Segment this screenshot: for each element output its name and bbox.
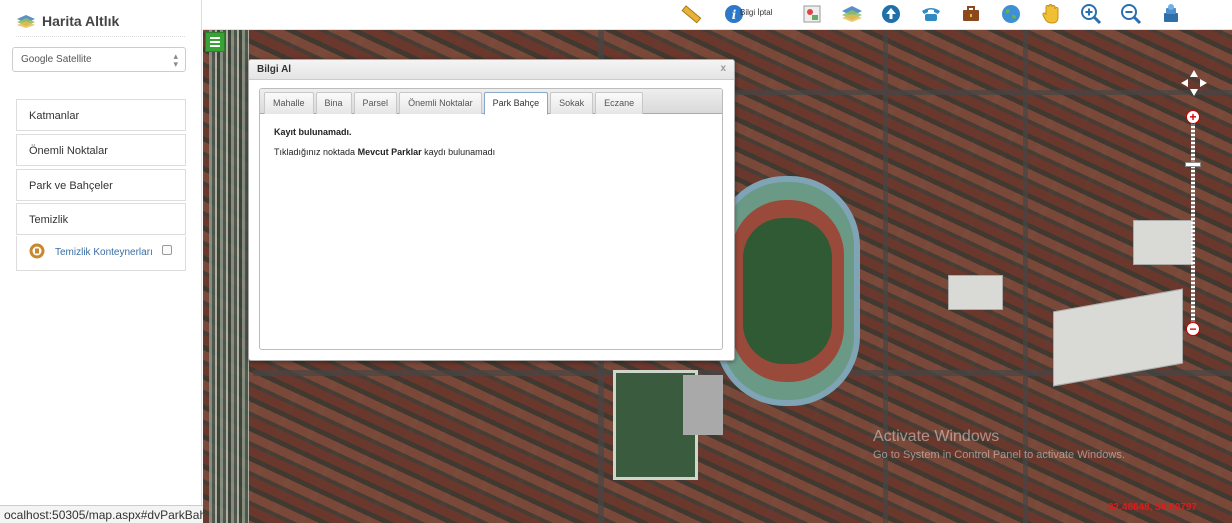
menu-item-label: Park ve Bahçeler xyxy=(29,180,113,192)
zoom-in-icon[interactable] xyxy=(1079,2,1103,26)
dialog-header[interactable]: Bilgi Al x xyxy=(249,60,734,80)
bilgi-iptal-label[interactable]: Bilgi İptal xyxy=(740,8,772,17)
map-building xyxy=(683,375,723,435)
railway-tracks xyxy=(209,30,249,523)
brand: Harita Altlık xyxy=(16,6,119,36)
map-building xyxy=(948,275,1003,310)
stack-icon[interactable] xyxy=(1159,2,1183,26)
tab-onemli-noktalar[interactable]: Önemli Noktalar xyxy=(399,92,482,114)
result-title: Kayıt bulunamadı. xyxy=(274,127,352,137)
menu-item-label: Katmanlar xyxy=(29,110,80,122)
menu-item-label: Önemli Noktalar xyxy=(29,145,108,157)
activation-watermark-subtitle: Go to System in Control Panel to activat… xyxy=(873,449,1125,461)
coordinate-readout: 32.48648, 39.80797 xyxy=(1108,502,1197,513)
pan-hand-icon[interactable] xyxy=(1039,2,1063,26)
zoom-out-icon[interactable] xyxy=(1119,2,1143,26)
map-pin-icon xyxy=(29,243,45,259)
menu-item-onemli-noktalar[interactable]: Önemli Noktalar xyxy=(16,134,186,166)
zoom-slider-minus-icon[interactable]: − xyxy=(1186,322,1200,336)
result-message: Tıkladığınız noktada Mevcut Parklar kayd… xyxy=(274,147,495,157)
map-building xyxy=(1133,220,1193,265)
layer-label[interactable]: Temizlik Konteynerları xyxy=(55,247,153,258)
activation-watermark-title: Activate Windows xyxy=(873,428,1000,445)
dialog-title: Bilgi Al xyxy=(257,64,292,75)
tab-bar: Mahalle Bina Parsel Önemli Noktalar Park… xyxy=(260,89,722,115)
basemap-select-value: Google Satellite xyxy=(21,54,92,65)
tab-sokak[interactable]: Sokak xyxy=(550,92,594,114)
toolbar: i Bilgi İptal xyxy=(203,0,1232,30)
svg-text:i: i xyxy=(732,8,737,22)
direction-icon[interactable] xyxy=(879,2,903,26)
divider xyxy=(16,36,185,37)
select-arrows-icon: ▴ ▾ xyxy=(173,51,178,69)
zoom-slider-handle[interactable] xyxy=(1185,162,1201,167)
phone-icon[interactable] xyxy=(919,2,943,26)
map-menu-button[interactable] xyxy=(205,32,225,52)
tab-bina[interactable]: Bina xyxy=(315,92,352,114)
close-icon[interactable]: x xyxy=(720,63,726,74)
sidebar: Harita Altlık Google Satellite ▴ ▾ Katman… xyxy=(0,0,202,523)
globe-icon[interactable] xyxy=(999,2,1023,26)
layers-icon[interactable] xyxy=(840,2,864,26)
menu-item-label: Temizlik xyxy=(29,214,69,226)
stadium xyxy=(715,176,860,406)
dialog-body: Mahalle Bina Parsel Önemli Noktalar Park… xyxy=(259,88,723,350)
briefcase-icon[interactable] xyxy=(959,2,983,26)
layers-logo-icon xyxy=(16,14,36,28)
zoom-slider-plus-icon[interactable]: + xyxy=(1186,110,1200,124)
tab-mahalle[interactable]: Mahalle xyxy=(264,92,314,114)
result-message-suffix: kaydı bulunamadı xyxy=(424,147,496,157)
menu-item-park-bahceler[interactable]: Park ve Bahçeler xyxy=(16,169,186,201)
layer-item-temizlik-konteynerlari: Temizlik Konteynerları xyxy=(16,236,186,271)
tab-eczane[interactable]: Eczane xyxy=(595,92,644,114)
map-legend-icon[interactable] xyxy=(800,2,824,26)
app-title: Harita Altlık xyxy=(42,13,120,29)
pan-navigator-icon[interactable] xyxy=(1181,70,1207,96)
info-dialog: Bilgi Al x Mahalle Bina Parsel Önemli No… xyxy=(248,59,735,361)
basemap-select[interactable]: Google Satellite ▴ ▾ xyxy=(12,47,186,72)
result-message-prefix: Tıkladığınız noktada xyxy=(274,147,356,157)
zoom-slider[interactable]: + − xyxy=(1185,110,1201,336)
tab-park-bahce[interactable]: Park Bahçe xyxy=(483,92,549,115)
layer-checkbox[interactable] xyxy=(162,245,172,255)
result-message-highlight: Mevcut Parklar xyxy=(357,147,422,157)
menu-item-temizlik[interactable]: Temizlik xyxy=(16,203,186,235)
menu-item-katmanlar[interactable]: Katmanlar xyxy=(16,99,186,131)
ruler-icon[interactable] xyxy=(679,2,703,26)
tab-parsel[interactable]: Parsel xyxy=(353,92,398,114)
